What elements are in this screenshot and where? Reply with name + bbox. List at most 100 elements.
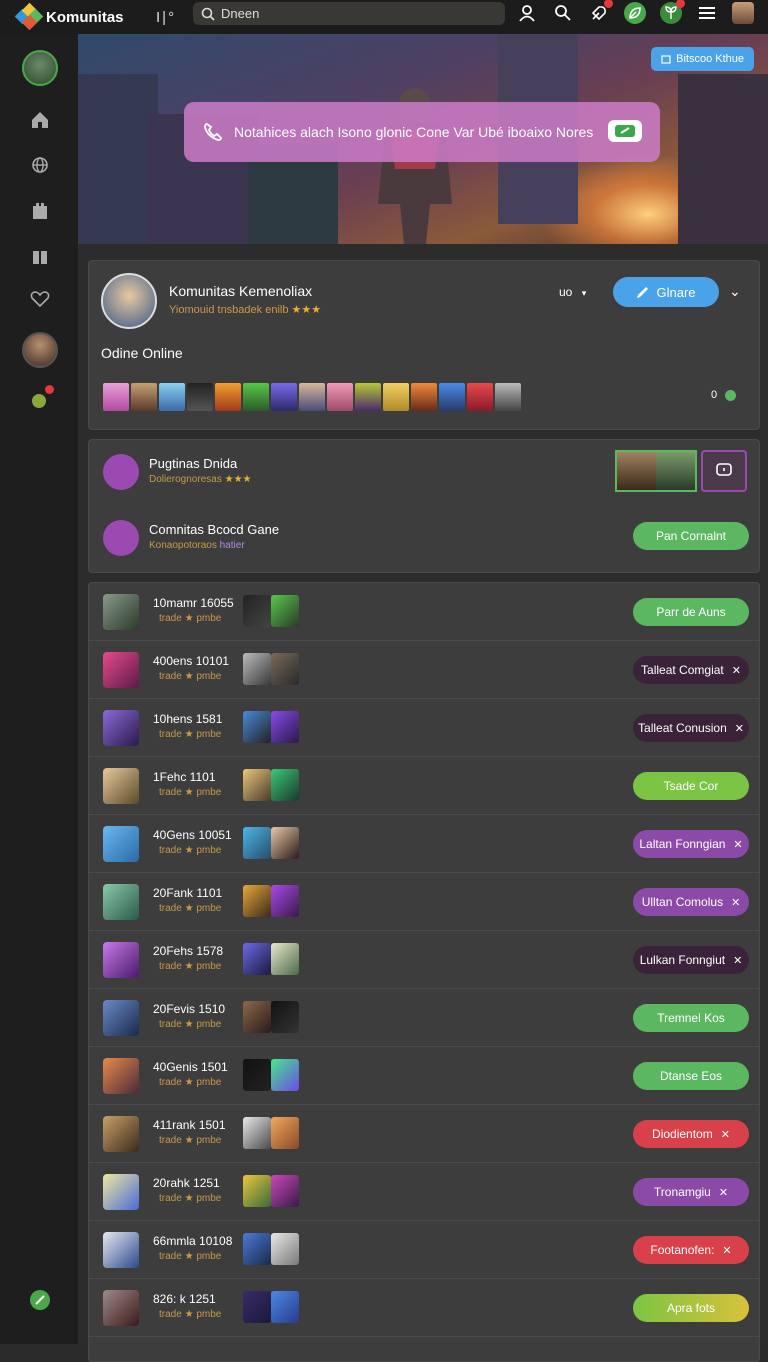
item-action-button[interactable]: Lulkan Fonngiut ✕ — [633, 946, 749, 974]
group-join-button[interactable]: Pan Cornalnt — [633, 522, 749, 550]
list-item[interactable]: 40Gens 10051 trade ★ pmbe Laltan Fonngian ✕ — [89, 815, 759, 873]
item-thumb[interactable] — [271, 1001, 299, 1033]
item-thumb[interactable] — [243, 1117, 271, 1149]
item-action-button[interactable]: Apra fots — [633, 1294, 749, 1322]
list-item[interactable]: 10mamr 16055 trade ★ pmbe Parr de Auns — [89, 583, 759, 641]
item-action-button[interactable]: Tsade Cor — [633, 772, 749, 800]
close-icon[interactable]: ✕ — [735, 722, 744, 735]
item-thumb[interactable] — [271, 943, 299, 975]
item-thumb[interactable] — [271, 711, 299, 743]
item-action-button[interactable]: Ulltan Comolus ✕ — [633, 888, 749, 916]
user-icon[interactable] — [516, 2, 538, 24]
member-thumb[interactable] — [439, 383, 465, 411]
item-thumb[interactable] — [271, 1291, 299, 1323]
item-action-button[interactable]: Talleat Comgiat ✕ — [633, 656, 749, 684]
item-action-button[interactable]: Tremnel Kos — [633, 1004, 749, 1032]
close-icon[interactable]: ✕ — [719, 1186, 728, 1199]
item-action-button[interactable]: Parr de Auns — [633, 598, 749, 626]
notice-banner[interactable]: Notahices alach Isono glonic Cone Var Ub… — [184, 102, 660, 162]
sidebar-profile-avatar[interactable] — [22, 50, 58, 86]
member-thumb[interactable] — [187, 383, 213, 411]
item-thumb[interactable] — [243, 1059, 271, 1091]
primary-action-button[interactable]: Glnare — [613, 277, 719, 307]
user-avatar[interactable] — [732, 2, 754, 24]
member-thumb[interactable] — [327, 383, 353, 411]
profile-avatar[interactable] — [101, 273, 157, 329]
group-item[interactable]: Pugtinas Dnida Dolierognoresas ★★★ — [89, 440, 761, 506]
item-thumb[interactable] — [271, 1175, 299, 1207]
castle-icon[interactable] — [22, 192, 58, 228]
item-thumb[interactable] — [271, 1117, 299, 1149]
item-thumb[interactable] — [243, 1001, 271, 1033]
close-icon[interactable]: ✕ — [731, 896, 740, 909]
item-action-button[interactable]: Dtanse Eos — [633, 1062, 749, 1090]
more-menu-icon[interactable]: ⌄ — [729, 283, 741, 300]
close-icon[interactable]: ✕ — [721, 1128, 730, 1141]
list-item[interactable]: 20Fank 1101 trade ★ pmbe Ulltan Comolus ✕ — [89, 873, 759, 931]
item-action-button[interactable]: Talleat Conusion ✕ — [633, 714, 749, 742]
item-thumb[interactable] — [243, 769, 271, 801]
menu-icon[interactable] — [696, 2, 718, 24]
group-item[interactable]: Comnitas Bcocd Gane Konaopotoraos hatier… — [89, 506, 761, 574]
home-icon[interactable] — [22, 102, 58, 138]
member-thumb[interactable] — [411, 383, 437, 411]
sidebar-friend-avatar[interactable] — [22, 332, 58, 368]
item-thumb[interactable] — [271, 653, 299, 685]
list-item[interactable]: 20Fevis 1510 trade ★ pmbe Tremnel Kos — [89, 989, 759, 1047]
list-item[interactable]: 10hens 1581 trade ★ pmbe Talleat Conusion ✕ — [89, 699, 759, 757]
item-thumb[interactable] — [271, 769, 299, 801]
sprout-icon[interactable] — [660, 0, 685, 24]
item-thumb[interactable] — [243, 1175, 271, 1207]
logo[interactable]: Komunitas — [14, 2, 146, 31]
member-thumb[interactable] — [159, 383, 185, 411]
list-item[interactable]: 20Fehs 1578 trade ★ pmbe Lulkan Fonngiut ✕ — [89, 931, 759, 989]
heart-icon[interactable] — [22, 281, 58, 317]
member-thumb[interactable] — [495, 383, 521, 411]
member-thumb[interactable] — [467, 383, 493, 411]
item-thumb[interactable] — [243, 1291, 271, 1323]
globe-icon[interactable] — [22, 147, 58, 183]
item-thumb[interactable] — [243, 943, 271, 975]
gift-icon[interactable] — [22, 237, 58, 273]
uo-dropdown[interactable]: uo ▾ — [559, 285, 586, 299]
group-thumb[interactable] — [617, 452, 656, 490]
list-item[interactable]: 40Genis 1501 trade ★ pmbe Dtanse Eos — [89, 1047, 759, 1105]
item-action-button[interactable]: Diodientom ✕ — [633, 1120, 749, 1148]
item-action-button[interactable]: Laltan Fonngian ✕ — [633, 830, 749, 858]
close-icon[interactable]: ✕ — [733, 954, 742, 967]
item-thumb[interactable] — [271, 885, 299, 917]
close-icon[interactable]: ✕ — [722, 1244, 731, 1257]
rocket-icon[interactable] — [588, 0, 613, 24]
item-thumb[interactable] — [243, 827, 271, 859]
find-people-icon[interactable] — [552, 2, 574, 24]
member-thumb[interactable] — [131, 383, 157, 411]
item-thumb[interactable] — [271, 1059, 299, 1091]
leaf-icon[interactable] — [624, 2, 646, 24]
close-icon[interactable]: ✕ — [733, 838, 742, 851]
group-thumb[interactable] — [656, 452, 695, 490]
chat-button[interactable] — [701, 450, 747, 492]
list-item[interactable]: 20rahk 1251 trade ★ pmbe Tronamgiu ✕ — [89, 1163, 759, 1221]
item-thumb[interactable] — [271, 827, 299, 859]
notice-toggle[interactable] — [608, 120, 642, 142]
item-action-button[interactable]: Tronamgiu ✕ — [633, 1178, 749, 1206]
member-thumb[interactable] — [271, 383, 297, 411]
status-icon[interactable] — [22, 1282, 58, 1318]
search-input[interactable]: Dneen — [193, 2, 505, 25]
member-thumb[interactable] — [243, 383, 269, 411]
item-thumb[interactable] — [243, 711, 271, 743]
item-thumb[interactable] — [243, 1233, 271, 1265]
hero-action-button[interactable]: Bitscoo Kthue — [651, 47, 754, 71]
member-thumb[interactable] — [299, 383, 325, 411]
member-thumb[interactable] — [383, 383, 409, 411]
member-thumb[interactable] — [355, 383, 381, 411]
item-thumb[interactable] — [243, 885, 271, 917]
list-item[interactable]: 400ens 10101 trade ★ pmbe Talleat Comgiat ✕ — [89, 641, 759, 699]
item-thumb[interactable] — [271, 595, 299, 627]
list-item[interactable]: 66mmla 10108 trade ★ pmbe Footanofen: ✕ — [89, 1221, 759, 1279]
item-action-button[interactable]: Footanofen: ✕ — [633, 1236, 749, 1264]
close-icon[interactable]: ✕ — [732, 664, 741, 677]
item-thumb[interactable] — [243, 653, 271, 685]
list-item[interactable]: 826: k 1251 trade ★ pmbe Apra fots — [89, 1279, 759, 1337]
member-thumb[interactable] — [103, 383, 129, 411]
